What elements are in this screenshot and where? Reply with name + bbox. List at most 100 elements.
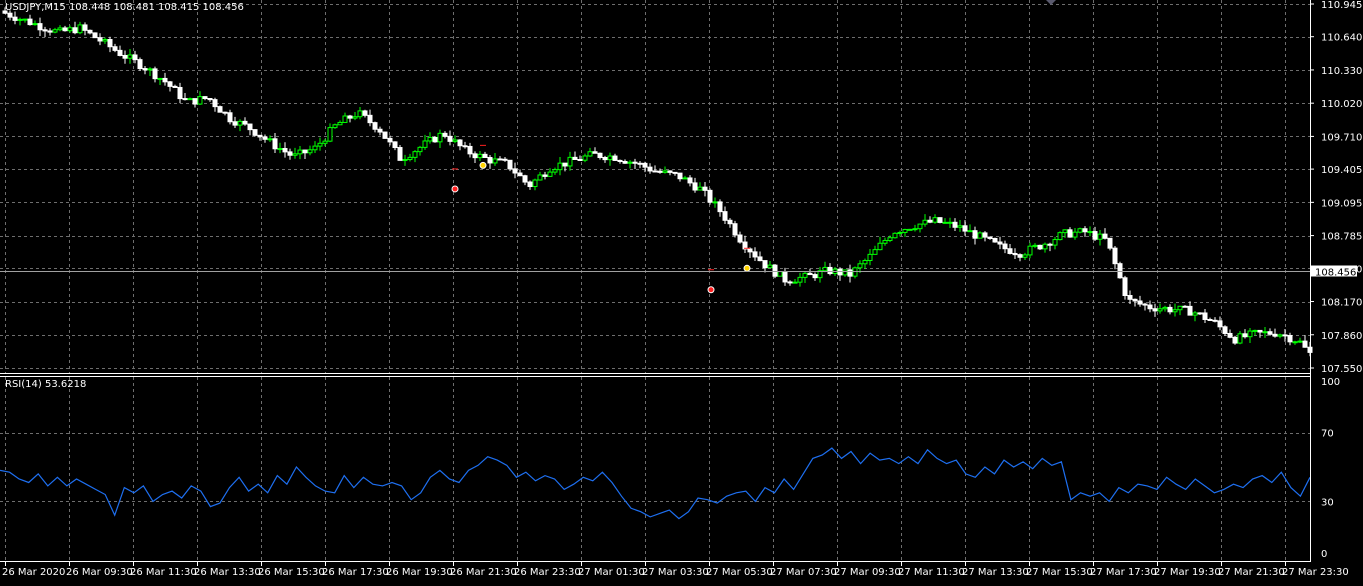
candle-body [847,269,853,277]
candle-body [317,142,323,147]
candle-body [977,232,983,239]
candle-body [167,81,173,87]
candle-body [467,145,473,155]
candle-body [262,136,268,140]
candle-body [767,264,773,269]
candle-body [357,110,363,118]
candle-body [372,122,378,130]
candle-body [517,172,523,177]
candle-body [857,263,863,269]
candle-body [122,54,128,59]
candle-body [422,140,428,148]
candle-body [697,186,703,191]
time-tick-label: 27 Mar 13:30 [962,567,1029,578]
candle-body [917,223,923,230]
current-price-label: 108.456 [1315,268,1356,279]
candle-body [987,236,993,239]
candle-body [197,96,203,105]
candle-body [1152,308,1158,312]
candle-body [1177,305,1183,311]
price-tick-label: 109.710 [1321,132,1362,143]
candle-body [297,149,303,155]
candle-body [982,232,988,238]
candle-body [957,225,963,228]
candle-body [1262,331,1268,334]
mt4-chart-window[interactable]: USDJPY,M15 108.448 108.481 108.415 108.4… [0,0,1363,582]
candle-body [577,159,583,162]
candle-body [287,151,293,156]
candle-body [1102,233,1108,239]
candle-body [1052,239,1058,246]
candle-body [1292,341,1298,344]
candle-body [382,131,388,139]
candle-body [1217,320,1223,328]
candle-body [732,223,738,236]
candle-body [897,231,903,234]
candle-body [157,77,163,80]
candle-body [887,237,893,241]
candle-body [1092,231,1098,240]
candle-body [377,128,383,133]
candle-body [427,136,433,142]
chart-shift-marker[interactable] [1046,0,1056,5]
trade-marker[interactable] [479,161,487,169]
candle-body [1167,306,1173,313]
candle-body [1122,277,1128,297]
chart-frame [0,0,1311,562]
candle-body [827,266,833,275]
candle-body [22,18,28,21]
price-tick-label: 109.405 [1321,165,1362,176]
candle-body [237,120,243,126]
candle-body [1022,254,1028,258]
candle-body [842,269,848,276]
time-tick-label: 26 Mar 21:30 [450,567,517,578]
candle-body [482,153,488,158]
candle-body [902,228,908,233]
candle-body [1297,340,1303,343]
candle-body [7,12,13,18]
candle-body [1287,334,1293,343]
candle-body [417,146,423,153]
candle-body [47,30,53,33]
candle-body [672,171,678,174]
trade-marker[interactable] [451,185,459,193]
candle-body [242,120,248,125]
time-tick-label: 26 Mar 19:30 [386,567,453,578]
candle-body [387,137,393,143]
candle-body [692,182,698,191]
candle-body [57,27,63,31]
candle-body [762,260,768,269]
candle-body [117,49,123,56]
candle-body [967,230,973,233]
candle-body [1182,305,1188,308]
candle-body [477,153,483,159]
candle-body [537,174,543,181]
candle-body [257,134,263,138]
trade-marker[interactable] [707,286,715,294]
candle-body [657,170,663,173]
rsi-level-label: 100 [1321,377,1340,388]
candle-body [1137,300,1143,305]
trade-marker[interactable] [743,264,751,272]
time-tick-label: 27 Mar 09:30 [834,567,901,578]
candle-body [1037,244,1043,250]
candle-body [17,18,23,21]
candle-body [622,160,628,164]
candle-body [147,68,153,71]
candle-body [667,170,673,173]
candle-body [1257,329,1263,333]
candle-body [757,256,763,262]
candle-body [332,124,338,129]
candle-body [487,156,493,164]
candle-body [227,112,233,123]
candle-body [737,234,743,243]
rsi-level-label: 30 [1321,497,1334,508]
candle-body [437,132,443,143]
candle-body [442,132,448,137]
candle-body [562,162,568,167]
chart-canvas[interactable]: USDJPY,M15 108.448 108.481 108.415 108.4… [0,0,1363,582]
candle-body [712,201,718,204]
candle-body [942,221,948,224]
candle-body [1027,245,1033,256]
candle-body [1007,248,1013,254]
